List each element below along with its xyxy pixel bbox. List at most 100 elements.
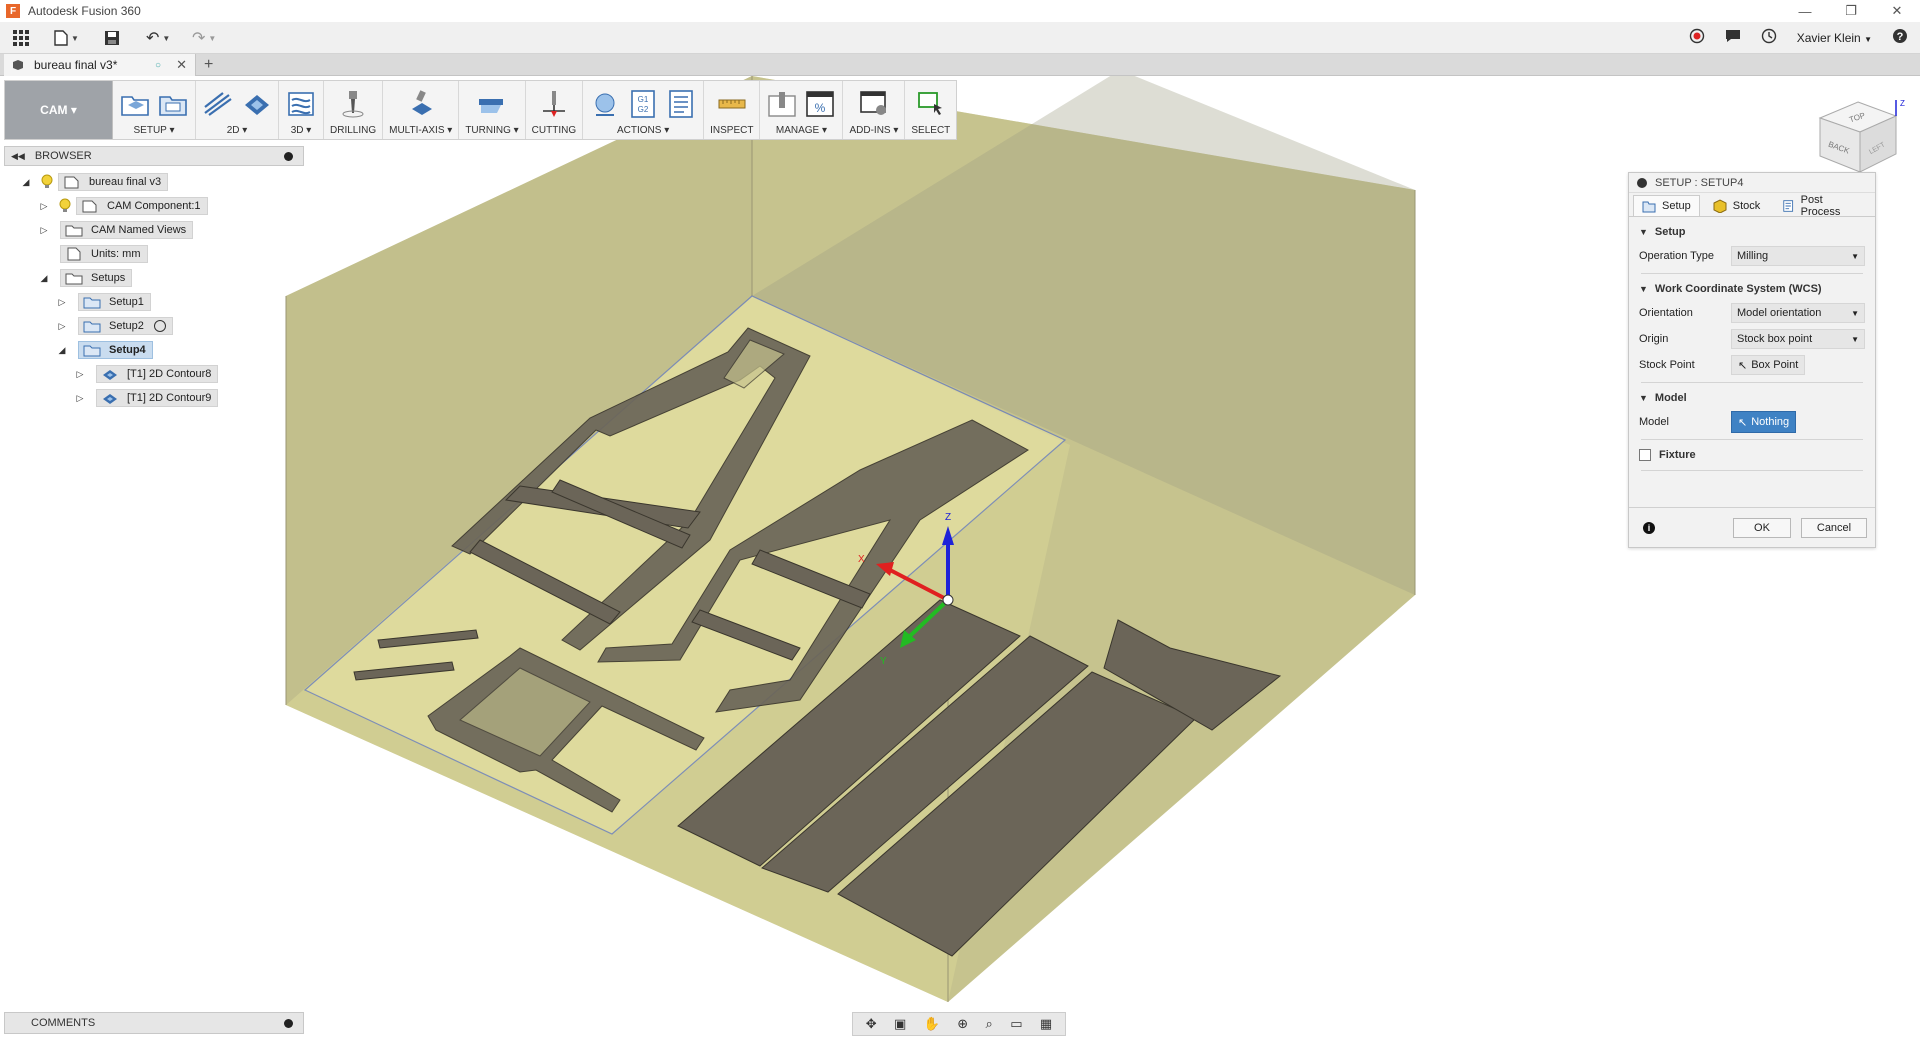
dialog-header[interactable]: SETUP : SETUP4 xyxy=(1629,173,1875,193)
tree-node-box[interactable]: [T1] 2D Contour9 xyxy=(96,389,219,407)
tree-node-units[interactable]: Units: mm xyxy=(60,244,148,264)
measure-icon[interactable] xyxy=(716,88,748,120)
collapsed-arrow-icon[interactable]: ▷ xyxy=(56,296,68,308)
toolbar-group-select[interactable]: SELECT xyxy=(905,81,956,139)
zoom-icon[interactable]: ⊕ xyxy=(957,1016,968,1032)
toolbar-group-multi-axis[interactable]: MULTI-AXIS ▾ xyxy=(383,81,460,139)
zoom-window-icon[interactable]: ⌕ xyxy=(986,1016,993,1032)
help-icon[interactable]: ? xyxy=(1892,28,1908,47)
minimize-button[interactable]: — xyxy=(1782,0,1828,22)
tree-node-box[interactable]: Setup1 xyxy=(78,293,151,311)
tree-node-contour9[interactable]: ▷ [T1] 2D Contour9 xyxy=(74,388,219,408)
toolbar-group-3d[interactable]: 3D ▾ xyxy=(279,81,324,139)
job-status-icon[interactable] xyxy=(1761,28,1777,47)
tree-node-box[interactable]: CAM Named Views xyxy=(60,221,194,239)
display-settings-icon[interactable]: ▭ xyxy=(1010,1016,1022,1032)
tree-node-box[interactable]: CAM Component:1 xyxy=(76,197,208,215)
section-setup[interactable]: ▼ Setup xyxy=(1629,221,1875,243)
orbit-icon[interactable]: ✥ xyxy=(866,1016,877,1032)
notification-icon[interactable] xyxy=(1725,29,1741,46)
tree-node-setup1[interactable]: ▷ Setup1 xyxy=(56,292,151,312)
expanded-arrow-icon[interactable]: ◢ xyxy=(38,272,50,284)
new-tab-button[interactable]: + xyxy=(204,56,213,74)
info-icon[interactable]: i xyxy=(1643,521,1655,534)
tree-node-cam-component[interactable]: ▷ CAM Component:1 xyxy=(38,196,208,216)
close-tab-icon[interactable]: ✕ xyxy=(176,57,187,73)
add-comment-icon[interactable] xyxy=(284,1018,293,1028)
browser-panel-header[interactable]: ◀◀ BROWSER xyxy=(4,146,304,166)
tree-node-box-selected[interactable]: Setup4 xyxy=(78,341,153,359)
activate-radio-icon[interactable] xyxy=(153,320,166,332)
tab-setup[interactable]: Setup xyxy=(1633,195,1700,216)
origin-select[interactable]: Stock box point ▼ xyxy=(1731,329,1865,349)
2d-adaptive-icon[interactable] xyxy=(202,88,234,120)
post-process-icon[interactable]: G1 G2 xyxy=(627,88,659,120)
tree-node-setups[interactable]: ◢ Setups xyxy=(38,268,133,288)
select-icon[interactable] xyxy=(915,88,947,120)
turning-icon[interactable] xyxy=(476,88,508,120)
comments-panel-header[interactable]: COMMENTS xyxy=(4,1012,304,1034)
undo-icon[interactable]: ↶ ▼ xyxy=(146,28,170,48)
3d-adaptive-icon[interactable] xyxy=(285,88,317,120)
tab-stock[interactable]: Stock xyxy=(1704,195,1770,216)
toolbar-group-manage[interactable]: % MANAGE ▾ xyxy=(760,81,844,139)
pan-icon[interactable]: ✋ xyxy=(924,1016,940,1032)
tool-library-icon[interactable] xyxy=(766,88,798,120)
maximize-button[interactable]: ❐ xyxy=(1828,0,1874,22)
tree-node-box[interactable]: Setups xyxy=(60,269,133,287)
model-selection-button[interactable]: ↖ Nothing xyxy=(1731,411,1797,433)
collapsed-arrow-icon[interactable]: ▷ xyxy=(74,392,86,404)
tree-node-contour8[interactable]: ▷ [T1] 2D Contour8 xyxy=(74,364,219,384)
toolbar-group-actions[interactable]: G1 G2 ACTIONS ▾ xyxy=(583,81,705,139)
tree-node-named-views[interactable]: ▷ CAM Named Views xyxy=(38,220,194,240)
tree-node-box[interactable]: Units: mm xyxy=(60,245,148,263)
record-icon[interactable] xyxy=(1689,28,1705,47)
simulate-icon[interactable] xyxy=(589,88,621,120)
toolbar-group-setup[interactable]: SETUP ▾ xyxy=(113,81,196,139)
setup-folder-icon[interactable] xyxy=(157,88,189,120)
tree-node-box[interactable]: Setup2 xyxy=(78,317,173,335)
visibility-bulb-icon[interactable] xyxy=(40,174,54,190)
expanded-arrow-icon[interactable]: ◢ xyxy=(20,176,32,188)
toolbar-group-2d[interactable]: 2D ▾ xyxy=(196,81,279,139)
tab-post-process[interactable]: Post Process xyxy=(1773,194,1867,218)
collapse-browser-icon[interactable]: ◀◀ xyxy=(11,151,25,162)
grid-settings-icon[interactable]: ▦ xyxy=(1040,1016,1052,1032)
cancel-button[interactable]: Cancel xyxy=(1801,518,1867,538)
toolbar-group-cutting[interactable]: CUTTING xyxy=(526,81,584,139)
section-model[interactable]: ▼ Model xyxy=(1629,387,1875,409)
tree-node-root[interactable]: ◢ bureau final v3 xyxy=(20,172,169,192)
tree-node-box[interactable]: bureau final v3 xyxy=(58,173,169,191)
toolbar-group-inspect[interactable]: INSPECT xyxy=(704,81,761,139)
collapsed-arrow-icon[interactable]: ▷ xyxy=(56,320,68,332)
drill-icon[interactable] xyxy=(337,88,369,120)
scripts-icon[interactable] xyxy=(858,88,890,120)
tree-node-setup2[interactable]: ▷ Setup2 xyxy=(56,316,173,336)
stock-point-button[interactable]: ↖ Box Point xyxy=(1731,355,1806,375)
data-panel-grid-icon[interactable] xyxy=(12,28,30,48)
close-window-button[interactable]: ✕ xyxy=(1874,0,1920,22)
expanded-arrow-icon[interactable]: ◢ xyxy=(56,344,68,356)
ok-button[interactable]: OK xyxy=(1733,518,1791,538)
document-tab[interactable]: bureau final v3* ○ ✕ xyxy=(4,54,196,76)
tree-node-setup4[interactable]: ◢ Setup4 xyxy=(56,340,153,360)
2d-pocket-icon[interactable] xyxy=(240,88,272,120)
user-account-menu[interactable]: Xavier Klein ▼ xyxy=(1797,31,1872,45)
cutting-icon[interactable] xyxy=(538,88,570,120)
toolbar-group-drilling[interactable]: DRILLING xyxy=(324,81,384,139)
collapse-dialog-icon[interactable] xyxy=(1637,177,1647,188)
templates-icon[interactable]: % xyxy=(804,88,836,120)
pin-icon[interactable] xyxy=(284,151,293,161)
collapsed-arrow-icon[interactable]: ▷ xyxy=(38,224,50,236)
save-icon[interactable] xyxy=(104,28,120,48)
toolbar-group-add-ins[interactable]: ADD-INS ▾ xyxy=(843,81,906,139)
setup-sheet-icon[interactable] xyxy=(665,88,697,120)
look-at-icon[interactable]: ▣ xyxy=(894,1016,906,1032)
new-setup-icon[interactable] xyxy=(119,88,151,120)
tree-node-box[interactable]: [T1] 2D Contour8 xyxy=(96,365,219,383)
collapsed-arrow-icon[interactable]: ▷ xyxy=(74,368,86,380)
orientation-select[interactable]: Model orientation ▼ xyxy=(1731,303,1865,323)
multi-axis-icon[interactable] xyxy=(405,88,437,120)
section-wcs[interactable]: ▼ Work Coordinate System (WCS) xyxy=(1629,278,1875,300)
viewcube[interactable]: TOP BACK LEFT Z xyxy=(1808,96,1908,180)
